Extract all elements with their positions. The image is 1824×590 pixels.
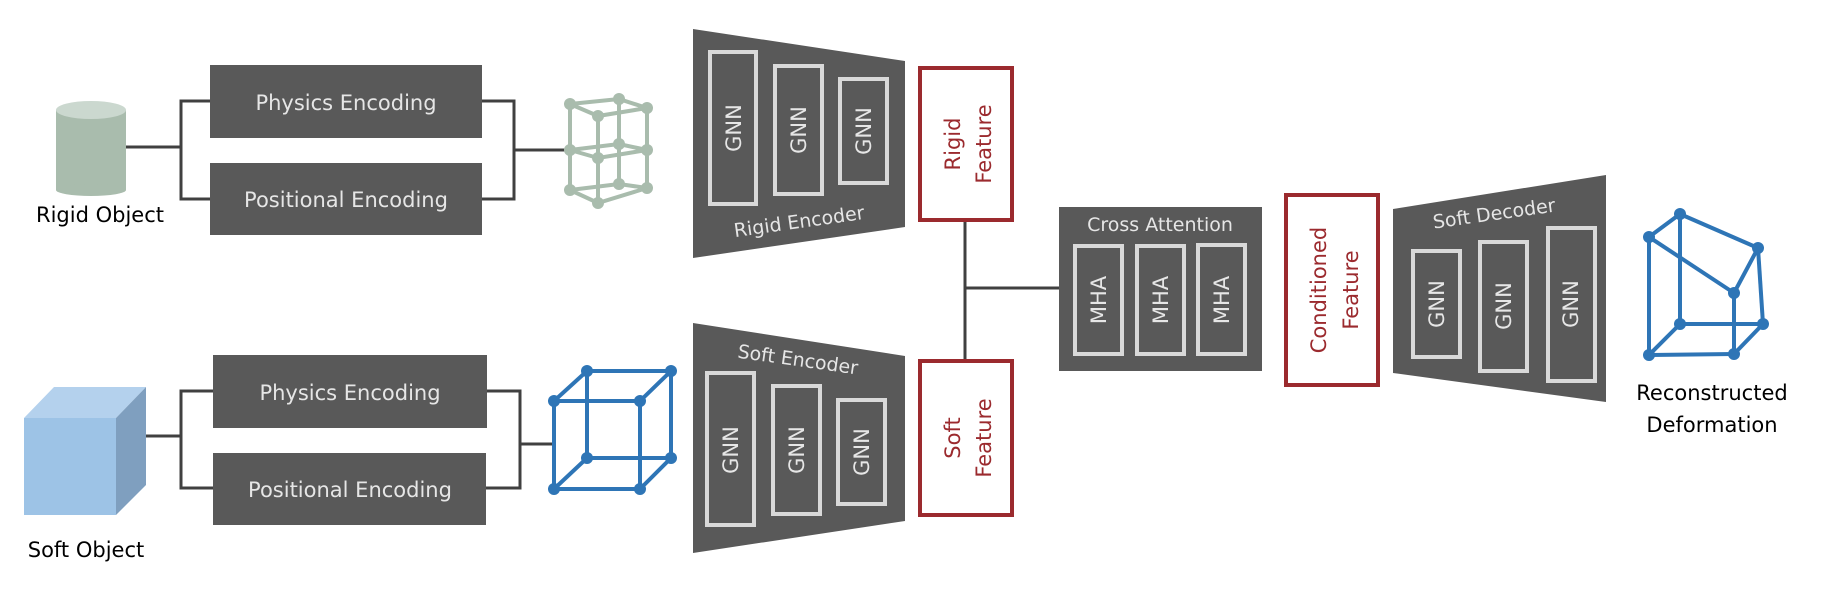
feature-fusion-connector [963, 222, 1059, 359]
soft-feature-label-line2: Feature [972, 398, 996, 477]
rigid-feature-block [918, 66, 1014, 222]
reconstructed-mesh-icon [1647, 212, 1765, 357]
conditioned-feature-label-line1: Conditioned [1307, 227, 1331, 353]
soft-feature-block [918, 359, 1014, 517]
mha-label-1: MHA [1087, 275, 1111, 324]
rigid-mesh-icon [568, 96, 649, 206]
soft-gnn-label-2: GNN [785, 426, 809, 474]
soft-feature-label-line1: Soft [941, 417, 965, 458]
decoder-gnn-label-1: GNN [1425, 280, 1449, 328]
rigid-physics-encoding-label: Physics Encoding [255, 91, 436, 115]
rigid-object-cylinder-icon [56, 101, 126, 196]
cross-attention-title: Cross Attention [1087, 214, 1233, 236]
soft-physics-encoding-label: Physics Encoding [259, 381, 440, 405]
architecture-diagram: Rigid Object Physics Encoding Positional… [24, 29, 1788, 562]
soft-gnn-label-1: GNN [719, 426, 743, 474]
rigid-gnn-label-3: GNN [852, 107, 876, 155]
conditioned-feature-block [1284, 193, 1380, 387]
decoder-gnn-label-2: GNN [1492, 282, 1516, 330]
rigid-feature-label-line2: Feature [972, 104, 996, 183]
rigid-feature-label-line1: Rigid [941, 118, 965, 171]
decoder-gnn-label-3: GNN [1559, 280, 1583, 328]
soft-mesh-icon [552, 369, 676, 491]
soft-object-label: Soft Object [28, 538, 145, 562]
mha-label-2: MHA [1149, 275, 1173, 324]
soft-positional-encoding-label: Positional Encoding [248, 478, 452, 502]
output-label-line1: Reconstructed [1636, 381, 1787, 405]
rigid-object-label: Rigid Object [36, 203, 164, 227]
rigid-gnn-label-1: GNN [722, 104, 746, 152]
conditioned-feature-label-line2: Feature [1339, 250, 1363, 329]
rigid-gnn-label-2: GNN [787, 106, 811, 154]
rigid-positional-encoding-label: Positional Encoding [244, 188, 448, 212]
output-label-line2: Deformation [1646, 413, 1777, 437]
soft-object-cube-icon [24, 387, 146, 515]
mha-label-3: MHA [1210, 275, 1234, 324]
soft-gnn-label-3: GNN [850, 428, 874, 476]
